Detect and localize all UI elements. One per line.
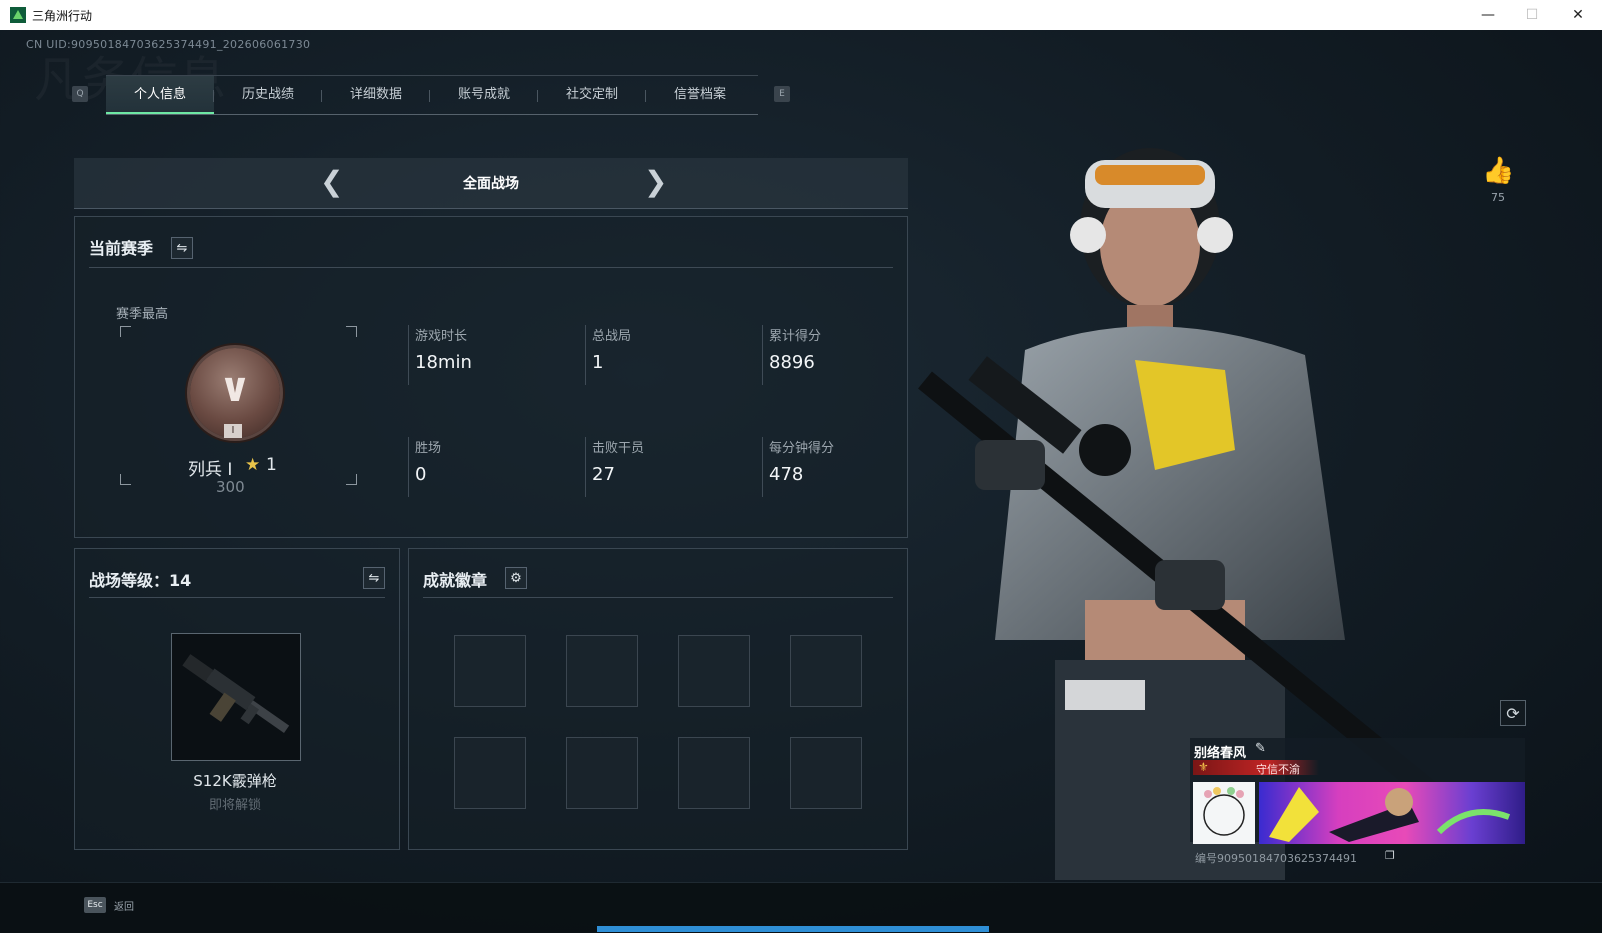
rank-tier: I: [227, 460, 233, 480]
frame-corner: [120, 326, 131, 337]
stat-label: 胜场: [415, 441, 442, 456]
stat-label: 击败干员: [592, 441, 645, 456]
stat-wins: 胜场 0: [408, 437, 568, 497]
tab-label: 详细数据: [349, 87, 402, 102]
weapon-unlock-status: 即将解锁: [208, 798, 261, 813]
tab-next-key-hint: E: [774, 86, 790, 102]
frame-corner: [346, 474, 357, 485]
stat-label: 累计得分: [769, 329, 822, 344]
stat-value: 8896: [769, 352, 815, 373]
stat-label: 每分钟得分: [769, 441, 835, 456]
frame-corner: [120, 474, 131, 485]
rank-star-count: 1: [266, 455, 277, 475]
tab-social-customization[interactable]: 社交定制: [538, 76, 646, 114]
tab-match-history[interactable]: 历史战绩: [214, 76, 322, 114]
battlefield-level-heading: 战场等级：14: [89, 571, 192, 590]
weapon-name: S12K霰弹枪: [193, 772, 277, 790]
maximize-button[interactable]: ☐: [1512, 4, 1552, 26]
badge-slot[interactable]: [566, 635, 638, 707]
badge-slot[interactable]: [678, 737, 750, 809]
badge-slot[interactable]: [454, 737, 526, 809]
current-season-heading: 当前赛季: [89, 239, 154, 258]
rank-score: 300: [216, 478, 245, 496]
stat-value: 0: [415, 464, 427, 485]
mode-next-arrow-icon[interactable]: ❯: [644, 168, 667, 196]
thumbs-up-icon[interactable]: 👍: [1482, 156, 1514, 186]
tab-account-achievements[interactable]: 账号成就: [430, 76, 538, 114]
stat-value: 18min: [415, 352, 472, 373]
tab-label: 个人信息: [133, 87, 186, 102]
shotgun-icon: [182, 654, 290, 734]
badge-slot[interactable]: [678, 635, 750, 707]
mode-selector: ❮ 全面战场 ❯: [74, 158, 908, 209]
tab-detailed-stats[interactable]: 详细数据: [322, 76, 430, 114]
divider: [89, 597, 385, 598]
stat-score-per-minute: 每分钟得分 478: [762, 437, 922, 497]
avatar[interactable]: [1193, 782, 1255, 844]
frame-corner: [346, 326, 357, 337]
loading-progress-bar: [597, 926, 989, 932]
badge-slot[interactable]: [790, 737, 862, 809]
tab-prev-key-hint: Q: [72, 86, 88, 102]
minimize-button[interactable]: —: [1468, 4, 1508, 26]
stat-operators-defeated: 击败干员 27: [585, 437, 745, 497]
level-switch-icon[interactable]: ⇋: [363, 567, 385, 589]
divider: [423, 597, 893, 598]
close-button[interactable]: ✕: [1558, 4, 1598, 26]
season-best-label: 赛季最高: [116, 307, 169, 322]
tab-personal-info[interactable]: 个人信息: [106, 76, 214, 114]
tab-label: 历史战绩: [241, 87, 294, 102]
profile-title: 守信不渝: [1256, 763, 1300, 776]
window-title: 三角洲行动: [32, 9, 93, 23]
tab-label: 信誉档案: [673, 87, 726, 102]
rank-chevron-icon: ∨: [218, 365, 252, 411]
badge-slot[interactable]: [790, 635, 862, 707]
achievements-heading: 成就徽章: [423, 571, 488, 590]
like-count: 75: [1491, 191, 1505, 204]
rank-name-text: 列兵: [188, 460, 222, 480]
badge-slot[interactable]: [454, 635, 526, 707]
badge-slot[interactable]: [566, 737, 638, 809]
back-label[interactable]: 返回: [114, 898, 134, 913]
tab-reputation-record[interactable]: 信誉档案: [646, 76, 754, 114]
stat-value: 27: [592, 464, 615, 485]
stat-label: 总战局: [592, 329, 632, 344]
mode-title: 全面战场: [463, 176, 519, 192]
stat-label: 游戏时长: [415, 329, 468, 344]
rank-name: 列兵 I: [188, 455, 232, 480]
stat-total-score: 累计得分 8896: [762, 325, 922, 385]
divider: [89, 267, 893, 268]
weapon-image[interactable]: [171, 633, 301, 761]
star-icon: ★: [245, 455, 261, 475]
season-switch-icon[interactable]: ⇋: [171, 237, 193, 259]
gear-icon[interactable]: ⚙: [505, 567, 527, 589]
tab-label: 账号成就: [457, 87, 510, 102]
copy-icon[interactable]: ❐: [1385, 849, 1395, 862]
title-emblem-icon: ⚜: [1198, 760, 1209, 774]
stat-value: 478: [769, 464, 804, 485]
profile-tabs: 个人信息 历史战绩 详细数据 账号成就 社交定制 信誉档案: [106, 75, 758, 115]
stat-value: 1: [592, 352, 604, 373]
window-titlebar: 三角洲行动 — ☐ ✕: [0, 0, 1602, 30]
profile-id: 编号909501847036253744​91: [1195, 852, 1357, 865]
rank-roman-numeral: I: [224, 424, 242, 438]
tab-label: 社交定制: [565, 87, 618, 102]
edit-pencil-icon[interactable]: ✎: [1255, 741, 1266, 756]
refresh-icon[interactable]: ⟳: [1500, 700, 1526, 726]
profile-name: 别络春风: [1194, 746, 1247, 761]
app-logo-icon: [10, 7, 26, 23]
stat-total-matches: 总战局 1: [585, 325, 745, 385]
stat-play-time: 游戏时长 18min: [408, 325, 568, 385]
avatar-frame-icon: [1203, 787, 1245, 836]
profile-banner-image[interactable]: [1259, 782, 1525, 844]
esc-key-hint[interactable]: Esc: [84, 897, 106, 913]
uid-label: CN UID:9095018470362537449​1_20260606173…: [26, 38, 311, 51]
